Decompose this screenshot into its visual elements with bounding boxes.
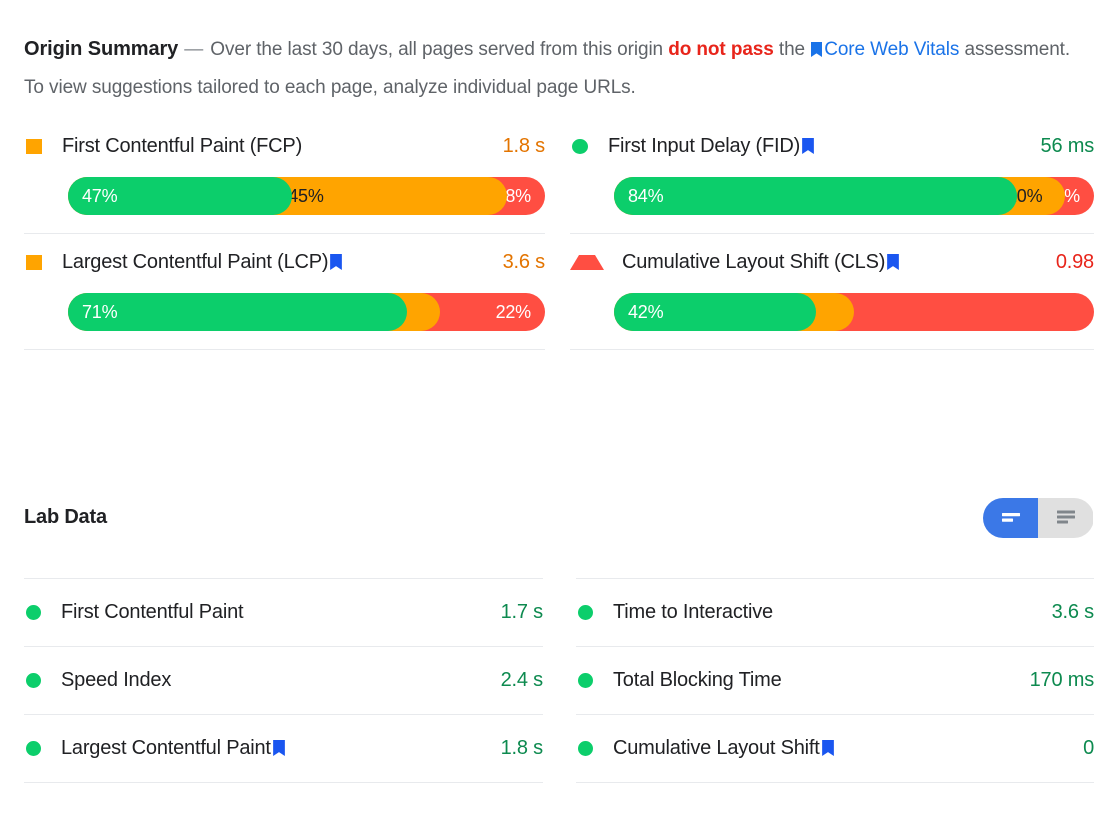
metric-value: 56 ms [1040,134,1095,157]
detail-view-button[interactable] [1038,498,1093,538]
metric-value: 1.8 s [502,134,546,157]
metric-header: Cumulative Layout Shift (CLS) 0.98 [570,234,1094,290]
lab-data-column-left: First Contentful Paint 1.7 s Speed Index… [24,578,543,783]
circle-pass-icon [578,673,593,688]
bookmark-icon [887,253,900,270]
distribution-label-good: 42% [628,301,664,322]
origin-summary-text-mid: the [773,39,811,60]
distribution-bar: 50% 8% 42% [614,293,1094,331]
lab-row-largest-contentful-paint[interactable]: Largest Contentful Paint 1.8 s [24,715,543,783]
metric-header: Largest Contentful Paint (LCP) 3.6 s [24,234,545,290]
distribution-label-poor: 8% [505,185,531,206]
lab-metric-value: 2.4 s [500,669,544,691]
distribution-label-poor: 22% [495,301,532,322]
metric-value: 3.6 s [502,250,546,273]
summary-view-button[interactable] [983,498,1038,538]
metric-header: First Input Delay (FID) 56 ms [570,118,1094,174]
core-web-vitals-link[interactable]: Core Web Vitals [824,39,959,60]
field-data-column-right: First Input Delay (FID) 56 ms 6% 10% 84%… [570,118,1094,350]
lab-metric-name: Speed Index [61,669,172,691]
metric-value: 0.98 [1055,250,1094,273]
distribution-bar: 22% 7% 71% [68,293,545,331]
square-average-icon [26,138,42,154]
distribution-label-good: 71% [82,301,118,322]
field-data-column-left: First Contentful Paint (FCP) 1.8 s 8% 45… [24,118,545,350]
lab-metric-name: Cumulative Layout Shift [613,737,834,760]
metric-header: First Contentful Paint (FCP) 1.8 s [24,118,545,174]
three-bar-list-icon [1054,508,1078,529]
distribution-bar: 6% 10% 84% [614,177,1094,215]
metric-block-fcp: First Contentful Paint (FCP) 1.8 s 8% 45… [24,118,545,234]
metric-name-text: Largest Contentful Paint (LCP) [62,250,329,273]
distribution-segment-good: 71% [68,293,407,331]
lab-metric-name: Total Blocking Time [613,669,782,691]
divider [24,349,545,350]
lab-metric-value: 1.8 s [500,737,544,759]
square-average-icon [26,254,42,270]
metric-name-text: Cumulative Layout Shift (CLS) [622,250,886,273]
bookmark-icon [272,739,285,756]
lab-row-speed-index[interactable]: Speed Index 2.4 s [24,647,543,715]
distribution-segment-good: 42% [614,293,816,331]
distribution-segment-good: 84% [614,177,1018,215]
metric-name-text: First Input Delay (FID) [608,134,801,157]
view-toggle-group[interactable] [983,498,1094,538]
distribution-segment-good: 47% [68,177,293,215]
metric-block-fid: First Input Delay (FID) 56 ms 6% 10% 84% [570,118,1094,234]
lab-data-header: Lab Data [24,498,1094,544]
circle-pass-icon [578,741,593,756]
metric-block-lcp: Largest Contentful Paint (LCP) 3.6 s 22%… [24,234,545,350]
distribution-bar: 8% 45% 47% [68,177,545,215]
lab-metric-name: First Contentful Paint [61,601,244,623]
lab-metric-name: Time to Interactive [613,601,773,623]
lab-metric-name: Largest Contentful Paint [61,737,285,760]
metric-name: First Contentful Paint (FCP) [62,134,303,157]
circle-pass-icon [572,138,588,154]
metric-name: First Input Delay (FID) [608,135,814,158]
origin-summary-text-lead: Over the last 30 days, all pages served … [210,39,669,60]
metric-block-cls: Cumulative Layout Shift (CLS) 0.98 50% 8… [570,234,1094,350]
triangle-fail-icon [570,254,604,270]
circle-pass-icon [26,605,41,620]
lab-metric-value: 170 ms [1029,669,1095,691]
lab-metric-value: 0 [1083,737,1094,759]
distribution-label-good: 84% [628,185,664,206]
lab-metric-name-text: Largest Contentful Paint [61,737,271,759]
lab-row-total-blocking-time[interactable]: Total Blocking Time 170 ms [576,647,1094,715]
lab-row-cumulative-layout-shift[interactable]: Cumulative Layout Shift 0 [576,715,1094,783]
lab-data-title: Lab Data [24,506,107,528]
metric-name: Cumulative Layout Shift (CLS) [622,250,900,274]
lab-data-column-right: Time to Interactive 3.6 s Total Blocking… [576,578,1094,783]
bookmark-icon [821,739,834,756]
circle-pass-icon [26,741,41,756]
lab-metric-value: 1.7 s [500,601,544,623]
lab-row-first-contentful-paint[interactable]: First Contentful Paint 1.7 s [24,578,543,647]
divider [570,349,1094,350]
bookmark-icon [330,253,343,270]
metric-name: Largest Contentful Paint (LCP) [62,250,343,274]
lab-row-time-to-interactive[interactable]: Time to Interactive 3.6 s [576,578,1094,647]
origin-summary-title: Origin Summary [24,38,179,60]
bookmark-icon [811,42,823,57]
pagespeed-report: Origin Summary — Over the last 30 days, a… [0,0,1118,818]
distribution-label-good: 47% [82,185,118,206]
lab-metric-name-text: Cumulative Layout Shift [613,737,820,759]
bookmark-icon [802,137,814,154]
two-bar-list-icon [999,509,1023,528]
circle-pass-icon [26,673,41,688]
origin-summary: Origin Summary — Over the last 30 days, a… [24,30,1094,107]
origin-summary-dash: — [184,39,204,60]
lab-metric-value: 3.6 s [1051,601,1095,623]
origin-summary-verdict: do not pass [668,39,774,60]
circle-pass-icon [578,605,593,620]
